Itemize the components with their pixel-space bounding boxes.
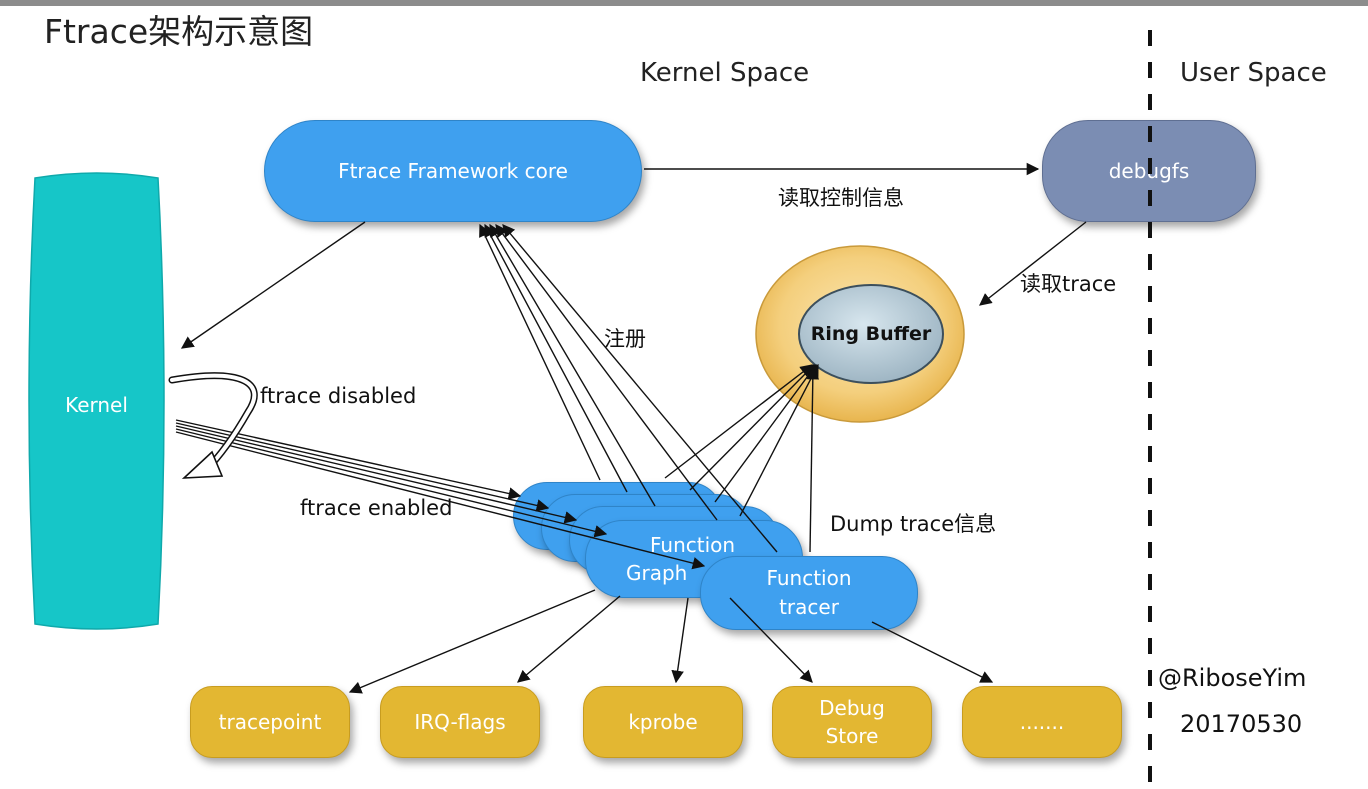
edge-register-2	[484, 223, 628, 493]
label-read-control: 读取控制信息	[778, 186, 904, 210]
edge-ring-3	[714, 363, 817, 503]
edge-plugin-debug	[729, 597, 813, 683]
edge-register-4	[495, 223, 718, 521]
edge-plugin-more	[871, 621, 994, 683]
edge-plugin-kprobe	[671, 597, 689, 684]
edge-ring-1	[664, 364, 813, 479]
label-dump-trace: Dump trace信息	[830, 512, 997, 536]
label-ftrace-disabled: ftrace disabled	[260, 384, 417, 408]
edge-plugin-irq	[517, 595, 621, 683]
label-read-trace: 读取trace	[1020, 272, 1117, 296]
edge-register-3	[489, 223, 656, 507]
label-register: 注册	[604, 327, 646, 351]
edge-ring-4	[739, 363, 819, 517]
edge-enabled-1	[175, 419, 522, 500]
credit-author: @RiboseYim	[1158, 664, 1307, 692]
edge-register-5	[502, 224, 778, 553]
edge-register-1	[479, 223, 601, 481]
edge-ring-2	[689, 364, 815, 491]
edge-core-kernel	[180, 221, 366, 349]
label-ftrace-enabled: ftrace enabled	[300, 496, 453, 520]
edge-plugin-tracepoint	[348, 589, 596, 694]
credit-date: 20170530	[1180, 710, 1303, 738]
edge-ring-5	[806, 366, 820, 553]
